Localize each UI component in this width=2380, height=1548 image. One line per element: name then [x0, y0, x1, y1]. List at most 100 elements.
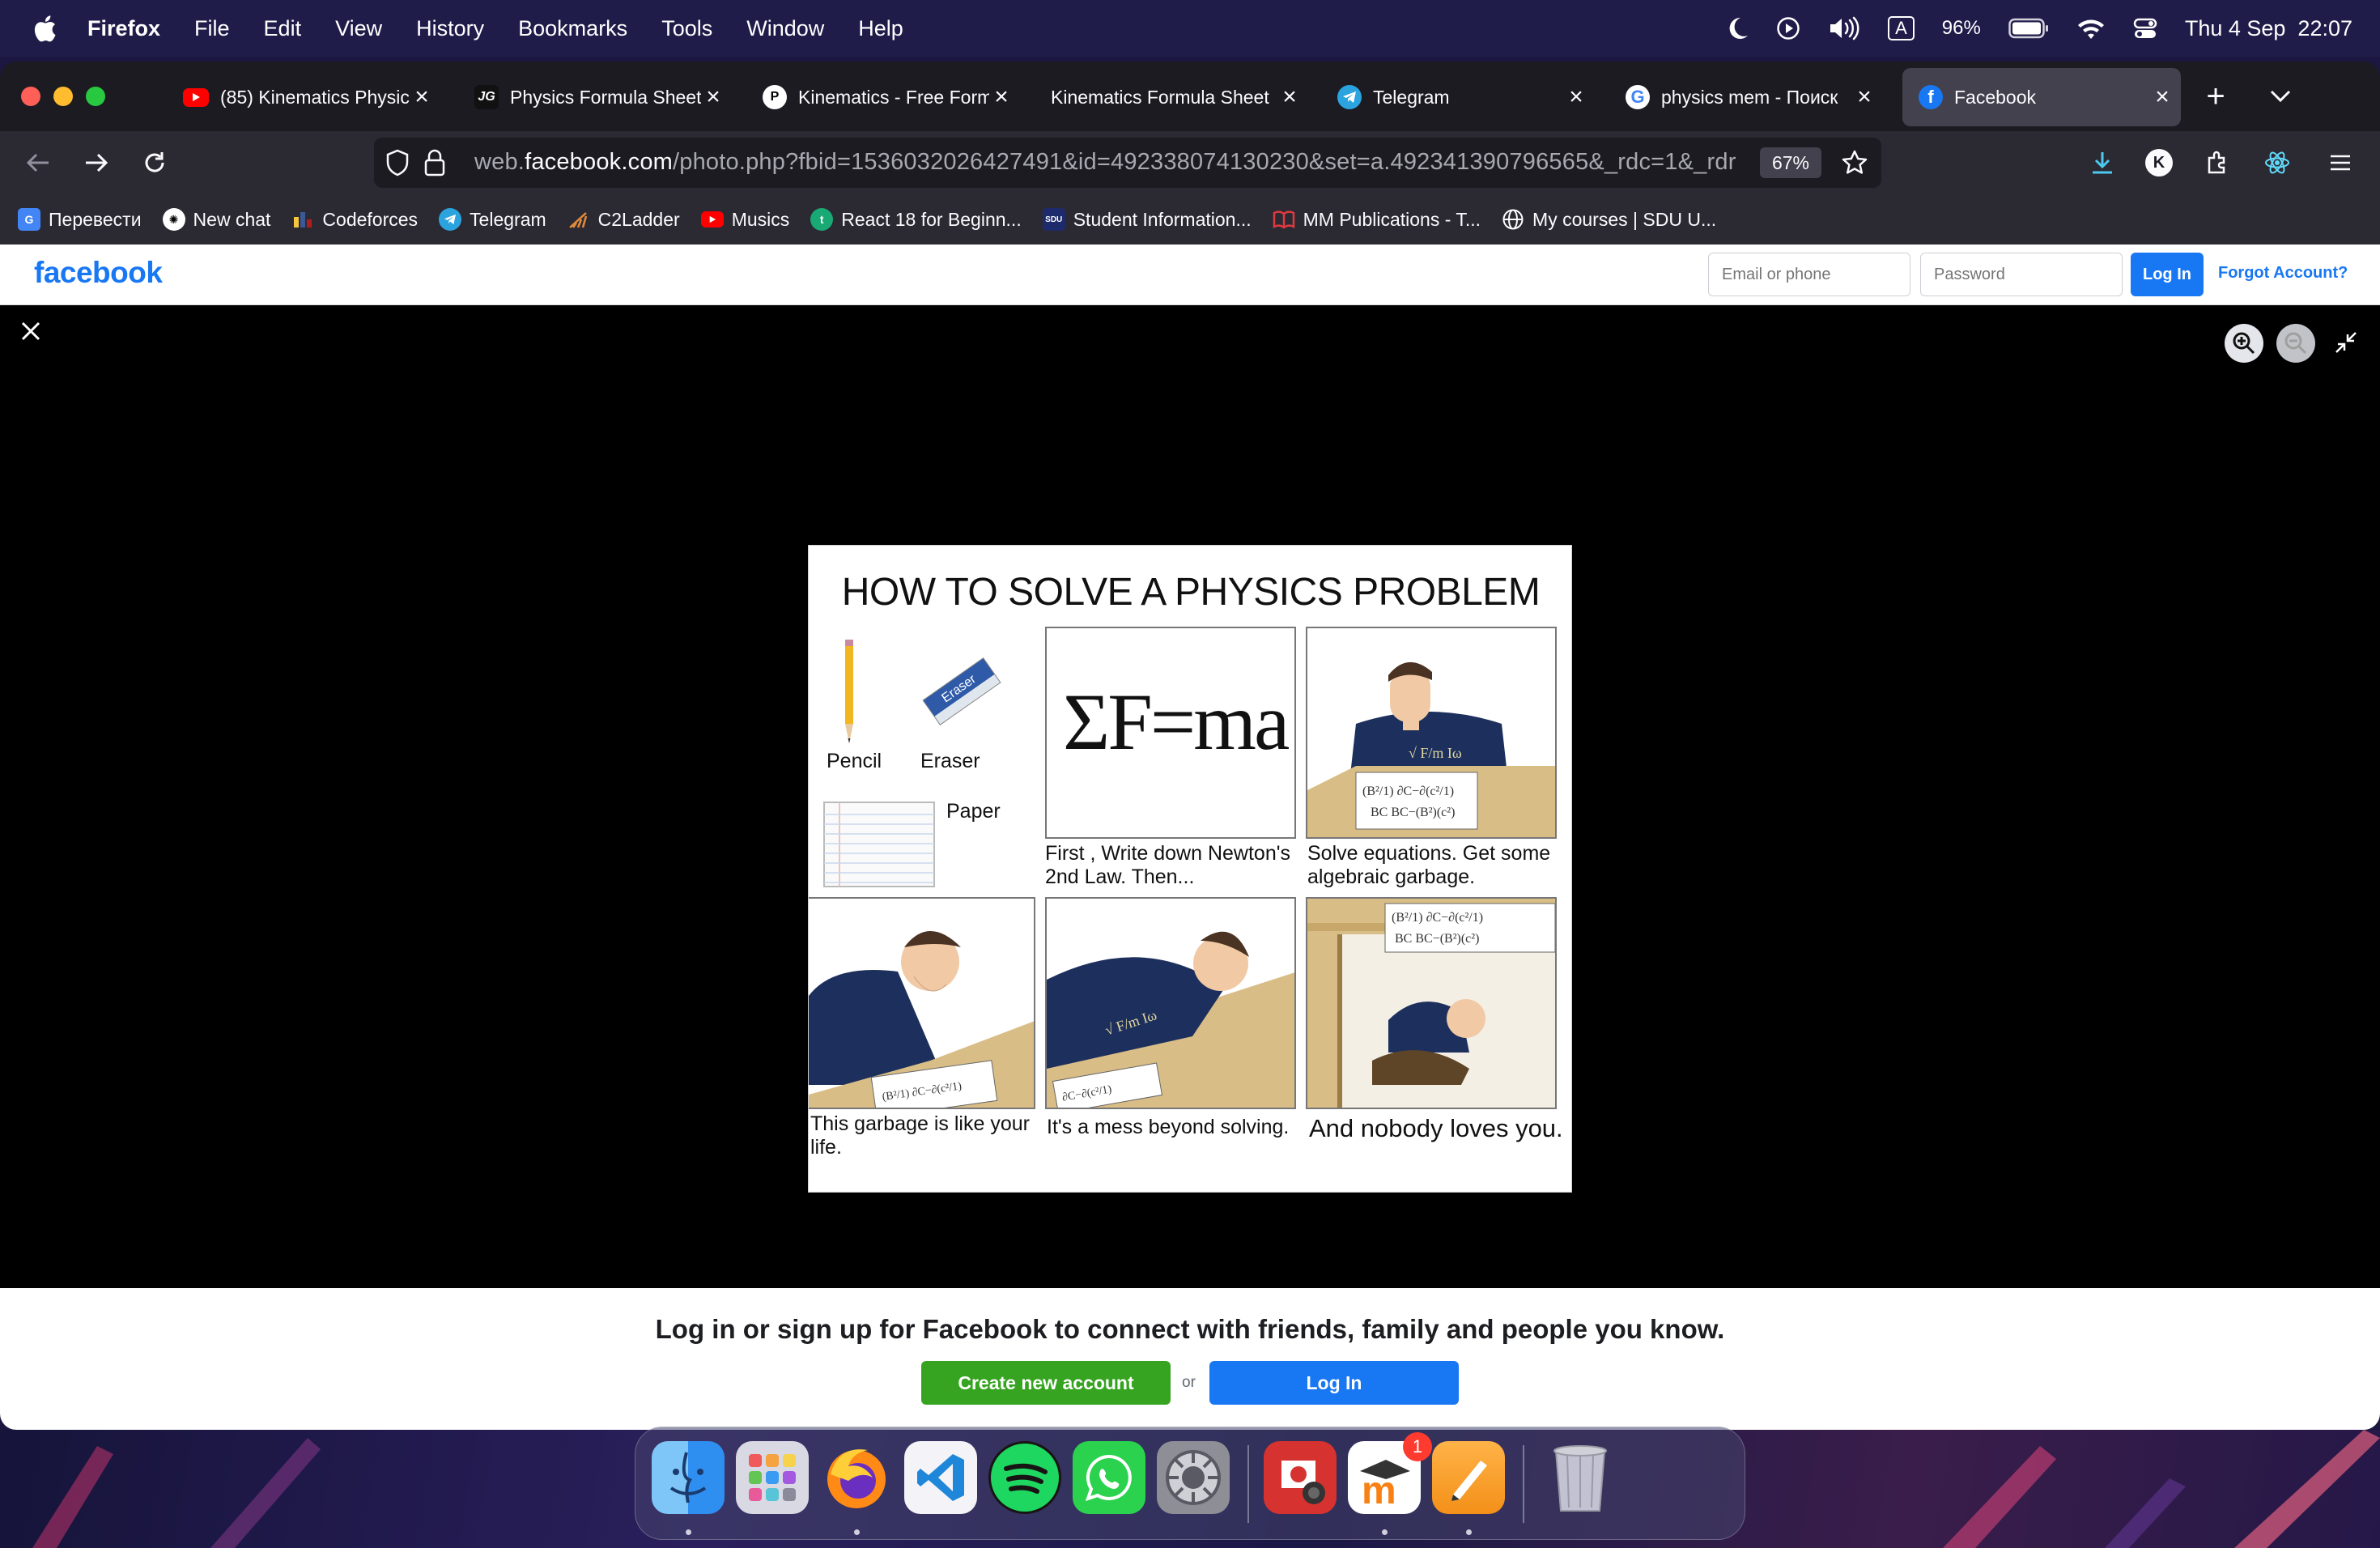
close-tab-icon[interactable]: × [410, 83, 434, 111]
bookmark-c2ladder[interactable]: C2Ladder [567, 208, 680, 231]
downloads-button[interactable] [2082, 142, 2123, 183]
close-tab-icon[interactable]: × [2150, 83, 2174, 111]
svg-text:BC BC−(B²)(c²): BC BC−(B²)(c²) [1371, 806, 1455, 819]
trash-icon[interactable] [1544, 1441, 1617, 1514]
reload-button[interactable] [134, 142, 175, 183]
t-icon: t [810, 208, 834, 231]
bookmark-student-information[interactable]: SDU Student Information... [1042, 208, 1252, 231]
fullscreen-exit-icon[interactable] [2333, 330, 2359, 359]
vscode-icon[interactable] [904, 1441, 977, 1514]
launchpad-icon[interactable] [736, 1441, 809, 1514]
zoom-out-icon[interactable] [2276, 324, 2315, 363]
firefox-icon[interactable] [820, 1441, 893, 1514]
facebook-header: facebook Log In Forgot Account? [0, 245, 2380, 305]
hamburger-menu-icon[interactable] [2320, 142, 2361, 183]
menu-bar: Firefox File Edit View History Bookmarks… [0, 0, 2380, 57]
bookmark-codeforces[interactable]: Codeforces [291, 208, 418, 231]
facebook-logo[interactable]: facebook [34, 256, 163, 290]
shield-icon[interactable] [385, 149, 410, 181]
control-center-icon[interactable] [2133, 16, 2157, 40]
email-field[interactable] [1708, 253, 1910, 296]
bookmark-my-courses[interactable]: My courses | SDU U... [1502, 208, 1716, 231]
menu-file[interactable]: File [194, 16, 230, 41]
menu-window[interactable]: Window [746, 16, 824, 41]
menu-app-name[interactable]: Firefox [87, 16, 160, 41]
meme-panel-formula: ΣF=ma [1045, 627, 1296, 839]
tab-youtube-kinematics[interactable]: (85) Kinematics Physic × [183, 68, 440, 126]
footer-login-button[interactable]: Log In [1209, 1361, 1459, 1405]
password-field[interactable] [1920, 253, 2123, 296]
header-login-button[interactable]: Log In [2131, 253, 2204, 296]
extensions-button[interactable] [2197, 142, 2238, 183]
bookmark-musics[interactable]: Musics [700, 209, 789, 231]
close-tab-icon[interactable]: × [989, 83, 1014, 111]
tab-google-physics-mem[interactable]: G physics mem - Поиск × [1626, 68, 1883, 126]
apple-icon[interactable] [32, 15, 57, 42]
clock[interactable]: Thu 4 Sep 22:07 [2185, 16, 2352, 41]
svg-text:(B²/1) ∂C−∂(c²/1): (B²/1) ∂C−∂(c²/1) [1392, 911, 1483, 925]
create-account-button[interactable]: Create new account [921, 1361, 1171, 1405]
system-settings-icon[interactable] [1157, 1441, 1230, 1514]
volume-icon[interactable] [1828, 16, 1860, 40]
react-devtools-icon[interactable] [2257, 142, 2297, 183]
minimize-window-button[interactable] [53, 87, 73, 106]
zoom-level-button[interactable]: 67% [1760, 147, 1821, 178]
tab-physics-formula-sheet[interactable]: JG Physics Formula Sheet × [474, 68, 732, 126]
new-tab-button[interactable]: + [2195, 76, 2236, 117]
man-standing-illustration: √ F/m Iω (B²/1) ∂C−∂(c²/1) BC BC−(B²)(c²… [1307, 661, 1555, 837]
dock: m 1 [635, 1427, 1745, 1540]
tab-telegram[interactable]: Telegram × [1337, 68, 1595, 126]
close-window-button[interactable] [21, 87, 40, 106]
url-text[interactable]: web.facebook.com/photo.php?fbid=15360320… [474, 149, 1736, 176]
meme-panel-face-down: √ F/m Iω ∂C−∂(c²/1) [1045, 897, 1296, 1109]
battery-icon[interactable] [2008, 18, 2049, 39]
wifi-icon[interactable] [2076, 17, 2106, 40]
svg-text:√ F/m Iω: √ F/m Iω [1409, 745, 1462, 761]
menu-view[interactable]: View [335, 16, 382, 41]
back-button[interactable] [18, 142, 58, 183]
account-button[interactable]: K [2139, 142, 2179, 183]
menu-history[interactable]: History [416, 16, 484, 41]
menu-edit[interactable]: Edit [264, 16, 302, 41]
photo-booth-icon[interactable] [1264, 1441, 1337, 1514]
forward-button[interactable] [76, 142, 117, 183]
tab-title: Telegram [1373, 86, 1450, 108]
bookmark-new-chat[interactable]: ✺ New chat [162, 208, 270, 231]
input-source-indicator[interactable]: A [1888, 16, 1915, 40]
close-viewer-icon[interactable] [16, 317, 45, 346]
close-tab-icon[interactable]: × [1852, 83, 1876, 111]
menu-help[interactable]: Help [858, 16, 903, 41]
close-tab-icon[interactable]: × [1277, 83, 1302, 111]
sdu-icon: SDU [1042, 208, 1065, 231]
spotify-icon[interactable] [988, 1441, 1061, 1514]
eraser-icon: Eraser [922, 657, 1001, 725]
caption-panel-3: Solve equations. Get some algebraic garb… [1307, 842, 1551, 888]
play-circle-icon[interactable] [1776, 16, 1800, 40]
zoom-in-icon[interactable] [2225, 324, 2263, 363]
c2ladder-icon [567, 208, 590, 231]
close-tab-icon[interactable]: × [701, 83, 725, 111]
forgot-account-link[interactable]: Forgot Account? [2218, 264, 2348, 283]
photo: HOW TO SOLVE A PHYSICS PROBLEM Pencil Er… [808, 545, 1572, 1193]
close-tab-icon[interactable]: × [1564, 83, 1588, 111]
bookmark-mm-publications[interactable]: MM Publications - T... [1273, 208, 1481, 231]
tab-kinematics-free-form[interactable]: P Kinematics - Free Form × [763, 68, 1020, 126]
pages-icon[interactable] [1432, 1441, 1505, 1514]
finder-icon[interactable] [652, 1441, 725, 1514]
bookmark-star-icon[interactable] [1841, 149, 1868, 181]
bookmark-translate[interactable]: G Перевести [18, 208, 142, 231]
url-bar[interactable]: web.facebook.com/photo.php?fbid=15360320… [374, 138, 1881, 188]
navigation-toolbar: web.facebook.com/photo.php?fbid=15360320… [0, 131, 2380, 194]
zoom-window-button[interactable] [86, 87, 105, 106]
moodle-notification-badge: 1 [1403, 1432, 1432, 1461]
bookmark-telegram[interactable]: Telegram [439, 208, 546, 231]
whatsapp-icon[interactable] [1073, 1441, 1145, 1514]
lock-icon[interactable] [424, 149, 445, 181]
moon-icon[interactable] [1726, 16, 1749, 40]
bookmark-react-18[interactable]: t React 18 for Beginn... [810, 208, 1022, 231]
menu-tools[interactable]: Tools [661, 16, 712, 41]
list-all-tabs-button[interactable] [2260, 76, 2301, 117]
tab-facebook[interactable]: f Facebook × [1902, 68, 2181, 126]
tab-kinematics-formula-sheet[interactable]: Kinematics Formula Sheet × [1051, 68, 1308, 126]
menu-bookmarks[interactable]: Bookmarks [518, 16, 627, 41]
